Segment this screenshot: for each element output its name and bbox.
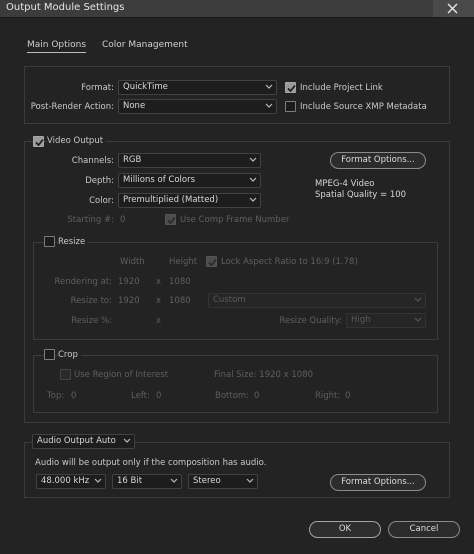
audio-mode-value: Audio Output Auto [37,436,116,446]
post-render-select[interactable]: None [118,99,277,114]
audio-mode-select[interactable]: Audio Output Auto [32,434,135,449]
chevron-down-icon [414,297,422,302]
cancel-button[interactable]: Cancel [388,521,460,538]
chevron-down-icon [246,478,254,483]
resize-to-width[interactable]: 1920 [118,296,140,306]
chevron-down-icon [249,157,257,162]
resize-to-x: x [156,296,162,306]
window-title: Output Module Settings [6,2,125,13]
color-label: Color: [89,196,114,206]
depth-label: Depth: [85,176,114,186]
codec-info-line1: MPEG-4 Video [315,179,375,189]
channels-select[interactable]: RGB [118,153,261,168]
audio-rate-select[interactable]: 48.000 kHz [36,474,106,489]
use-roi-checkbox[interactable] [60,369,71,380]
crop-bottom-label: Bottom: [215,391,250,401]
resize-checkbox[interactable] [44,236,55,247]
ok-button[interactable]: OK [309,521,381,538]
final-size-text: Final Size: 1920 x 1080 [214,370,314,380]
audio-channels-select[interactable]: Stereo [188,474,258,489]
checkmark-icon [167,216,176,225]
depth-select[interactable]: Millions of Colors [118,173,261,188]
crop-label: Crop [58,350,81,360]
resize-percent-x: x [156,316,162,326]
starting-value[interactable]: 0 [120,215,125,225]
tab-color-management[interactable]: Color Management [102,40,188,50]
chevron-down-icon [94,478,102,483]
post-render-value: None [123,101,146,111]
close-button[interactable] [433,0,474,17]
color-select[interactable]: Premultiplied (Matted) [118,193,261,208]
depth-value: Millions of Colors [123,175,196,185]
chevron-down-icon [414,317,422,322]
tab-main-options[interactable]: Main Options [27,40,87,53]
channels-value: RGB [123,155,142,165]
chevron-down-icon [249,197,257,202]
channels-label: Channels: [71,156,114,166]
use-comp-frame-checkbox[interactable] [165,214,176,225]
resize-quality-value: High [351,315,371,325]
audio-bits-value: 16 Bit [117,476,143,486]
resize-percent-label: Resize %: [71,316,112,326]
resize-to-height[interactable]: 1080 [169,296,191,306]
resize-quality-label: Resize Quality: [279,316,342,326]
resize-label: Resize [58,237,89,247]
crop-top-label: Top: [47,391,65,401]
crop-right-value[interactable]: 0 [345,391,350,401]
codec-info-line2: Spatial Quality = 100 [315,190,407,200]
checkmark-icon [35,138,44,147]
include-xmp-label: Include Source XMP Metadata [300,102,427,112]
crop-right-label: Right: [315,391,341,401]
checkmark-icon [208,258,217,267]
crop-group [33,355,438,413]
use-roi-label: Use Region of Interest [74,370,169,380]
title-bar: Output Module Settings [0,0,474,18]
lock-aspect-label: Lock Aspect Ratio to 16:9 (1.78) [221,257,358,267]
format-label: Format: [81,83,114,93]
chevron-down-icon [249,177,257,182]
rendering-at-label: Rendering at: [54,277,112,287]
video-output-label: Video Output [47,136,107,146]
use-comp-frame-label: Use Comp Frame Number [180,215,290,225]
resize-to-label: Resize to: [70,296,112,306]
crop-left-label: Left: [131,391,150,401]
close-icon [447,3,458,14]
checkmark-icon [287,84,296,93]
rendering-at-width: 1920 [118,277,140,287]
audio-rate-value: 48.000 kHz [41,476,90,486]
audio-bits-select[interactable]: 16 Bit [112,474,182,489]
rendering-at-height: 1080 [169,277,191,287]
resize-preset-value: Custom [213,295,246,305]
rendering-at-x: x [156,277,162,287]
height-column-header: Height [169,257,198,267]
resize-preset-select[interactable]: Custom [208,293,426,308]
video-format-options-button[interactable]: Format Options... [330,152,426,169]
resize-quality-select[interactable]: High [346,313,426,328]
audio-note-text: Audio will be output only if the composi… [35,458,267,468]
main-options-group [24,66,450,124]
crop-checkbox[interactable] [44,349,55,360]
chevron-down-icon [265,103,273,108]
chevron-down-icon [123,438,131,443]
width-column-header: Width [120,257,145,267]
crop-bottom-value[interactable]: 0 [254,391,259,401]
include-xmp-checkbox[interactable] [285,101,296,112]
format-value: QuickTime [123,82,168,92]
starting-label: Starting #: [67,215,114,225]
crop-top-value[interactable]: 0 [71,391,76,401]
color-value: Premultiplied (Matted) [123,195,219,205]
audio-format-options-button[interactable]: Format Options... [330,474,426,491]
audio-channels-value: Stereo [193,476,221,486]
include-project-link-checkbox[interactable] [285,82,296,93]
lock-aspect-checkbox[interactable] [206,256,217,267]
post-render-label: Post-Render Action: [30,102,114,112]
chevron-down-icon [170,478,178,483]
crop-left-value[interactable]: 0 [156,391,161,401]
video-output-checkbox[interactable] [33,136,44,147]
chevron-down-icon [265,84,273,89]
format-select[interactable]: QuickTime [118,80,277,95]
include-project-link-label: Include Project Link [300,83,383,93]
